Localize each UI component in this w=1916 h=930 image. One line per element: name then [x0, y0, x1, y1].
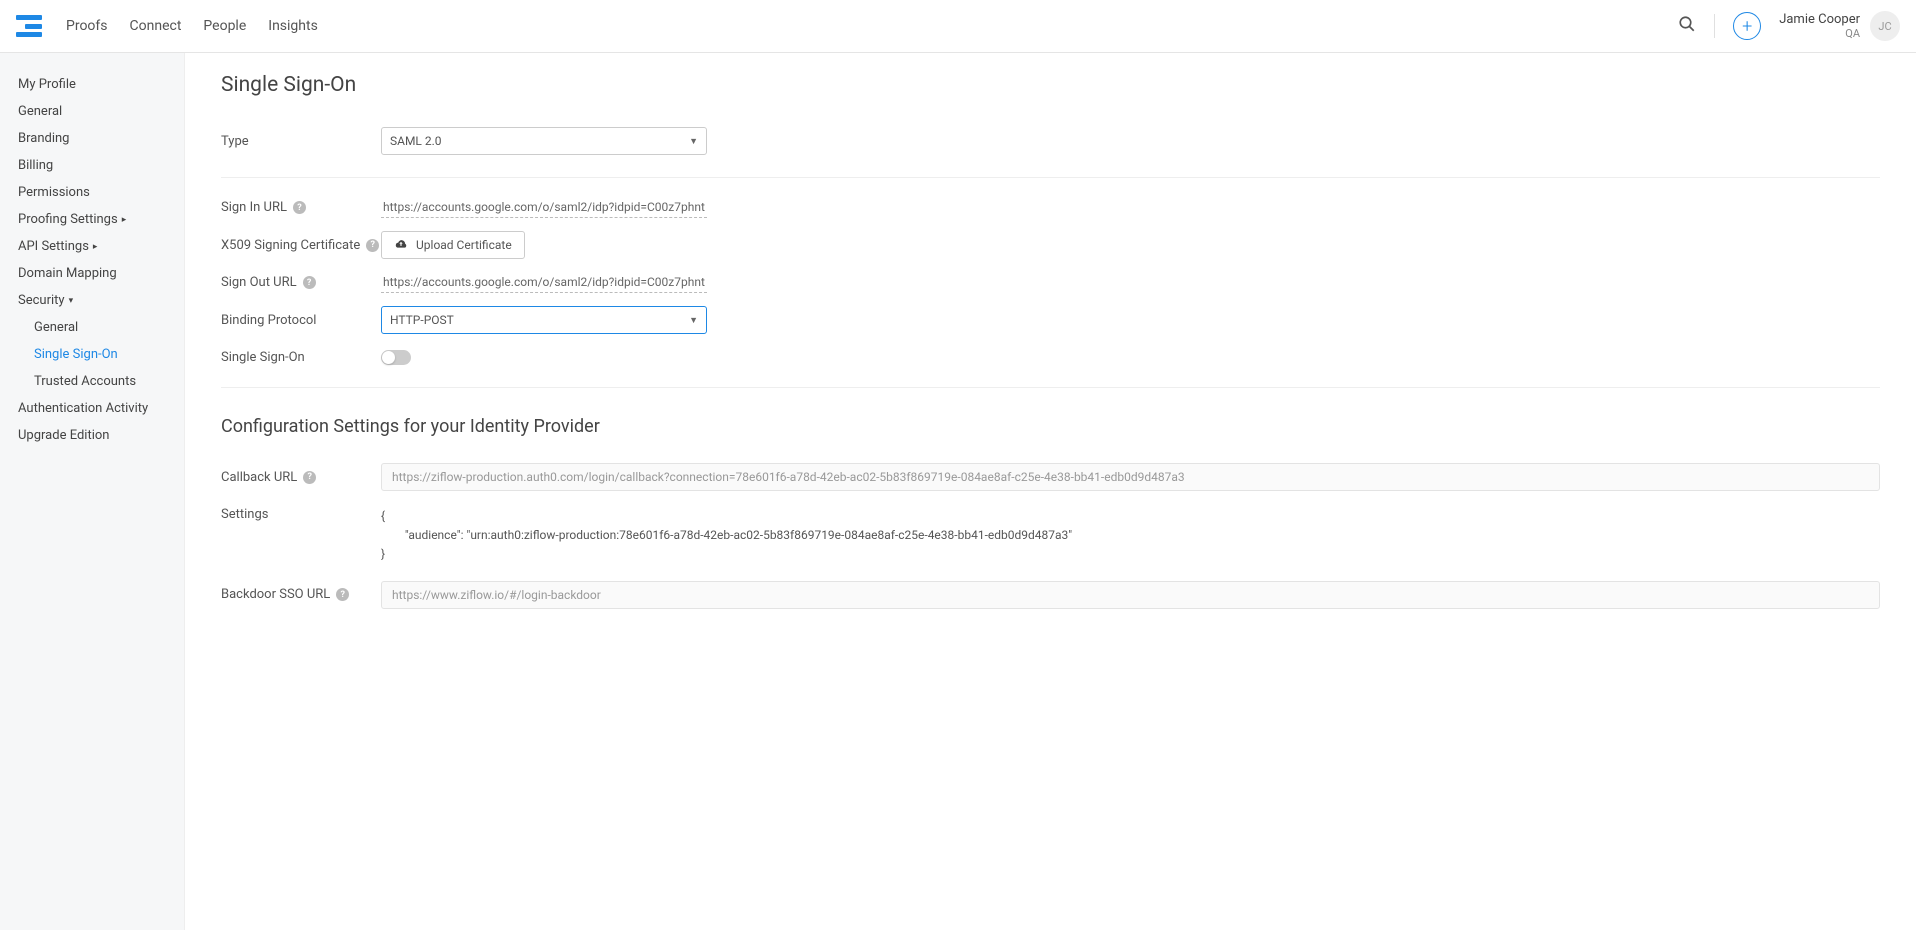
user-name: Jamie Cooper	[1779, 12, 1860, 28]
divider	[221, 177, 1880, 178]
sidebar-item-label: Security	[18, 293, 65, 308]
binding-label: Binding Protocol	[221, 313, 381, 328]
sidebar-item-security[interactable]: Security ▾	[18, 287, 184, 314]
sidebar-item-api-settings[interactable]: API Settings ▸	[18, 233, 184, 260]
sidebar-item-billing[interactable]: Billing	[18, 152, 184, 179]
nav-people[interactable]: People	[203, 18, 246, 34]
type-label: Type	[221, 134, 381, 149]
sidebar-item-branding[interactable]: Branding	[18, 125, 184, 152]
chevron-right-icon: ▸	[93, 242, 98, 252]
sidebar-item-security-trusted[interactable]: Trusted Accounts	[34, 368, 184, 395]
caret-down-icon: ▼	[689, 315, 698, 326]
sidebar-item-domain-mapping[interactable]: Domain Mapping	[18, 260, 184, 287]
logo[interactable]	[16, 15, 42, 37]
sidebar: My Profile General Branding Billing Perm…	[0, 53, 185, 930]
type-select[interactable]: SAML 2.0 ▼	[381, 127, 707, 155]
nav-proofs[interactable]: Proofs	[66, 18, 108, 34]
signout-label: Sign Out URL ?	[221, 275, 381, 290]
help-icon[interactable]: ?	[366, 239, 379, 252]
toggle-knob	[382, 351, 395, 364]
signin-label: Sign In URL ?	[221, 200, 381, 215]
x509-label: X509 Signing Certificate ?	[221, 238, 381, 253]
upload-certificate-button[interactable]: Upload Certificate	[381, 231, 525, 259]
search-icon[interactable]	[1678, 15, 1696, 37]
help-icon[interactable]: ?	[293, 201, 306, 214]
signout-url-input[interactable]: https://accounts.google.com/o/saml2/idp?…	[381, 273, 707, 293]
sidebar-item-permissions[interactable]: Permissions	[18, 179, 184, 206]
label-text: Sign In URL	[221, 200, 287, 215]
sidebar-item-security-sso[interactable]: Single Sign-On	[34, 341, 184, 368]
help-icon[interactable]: ?	[336, 588, 349, 601]
add-button[interactable]: +	[1733, 12, 1761, 40]
label-text: X509 Signing Certificate	[221, 238, 360, 253]
label-text: Backdoor SSO URL	[221, 587, 330, 602]
avatar[interactable]: JC	[1870, 11, 1900, 41]
caret-down-icon: ▼	[689, 136, 698, 147]
divider	[1714, 14, 1715, 38]
sidebar-item-label: API Settings	[18, 239, 89, 254]
user-role: QA	[1779, 27, 1860, 40]
help-icon[interactable]: ?	[303, 471, 316, 484]
sidebar-item-upgrade[interactable]: Upgrade Edition	[18, 422, 184, 449]
chevron-down-icon: ▾	[69, 296, 74, 306]
help-icon[interactable]: ?	[303, 276, 316, 289]
page-title: Single Sign-On	[221, 73, 1880, 97]
nav-connect[interactable]: Connect	[130, 18, 182, 34]
upload-label: Upload Certificate	[416, 238, 512, 252]
settings-label: Settings	[221, 507, 381, 522]
sidebar-item-label: Proofing Settings	[18, 212, 118, 227]
sso-toggle-label: Single Sign-On	[221, 350, 381, 365]
binding-protocol-select[interactable]: HTTP-POST ▼	[381, 306, 707, 334]
sidebar-item-security-general[interactable]: General	[34, 314, 184, 341]
main-content: Single Sign-On Type SAML 2.0 ▼ Sign In U…	[185, 53, 1916, 930]
label-text: Callback URL	[221, 470, 297, 485]
divider	[221, 387, 1880, 388]
chevron-right-icon: ▸	[122, 215, 127, 225]
sidebar-item-my-profile[interactable]: My Profile	[18, 71, 184, 98]
header: Proofs Connect People Insights + Jamie C…	[0, 0, 1916, 53]
nav: Proofs Connect People Insights	[66, 18, 318, 34]
backdoor-url-field[interactable]: https://www.ziflow.io/#/login-backdoor	[381, 581, 1880, 609]
idp-section-title: Configuration Settings for your Identity…	[221, 416, 1880, 437]
callback-url-field[interactable]: https://ziflow-production.auth0.com/logi…	[381, 463, 1880, 491]
label-text: Sign Out URL	[221, 275, 297, 290]
type-value: SAML 2.0	[390, 134, 442, 148]
callback-label: Callback URL ?	[221, 470, 381, 485]
sidebar-item-general[interactable]: General	[18, 98, 184, 125]
sso-toggle[interactable]	[381, 350, 411, 365]
nav-insights[interactable]: Insights	[268, 18, 318, 34]
backdoor-label: Backdoor SSO URL ?	[221, 587, 381, 602]
user-menu[interactable]: Jamie Cooper QA JC	[1779, 11, 1900, 41]
signin-url-input[interactable]: https://accounts.google.com/o/saml2/idp?…	[381, 198, 707, 218]
sidebar-item-proofing-settings[interactable]: Proofing Settings ▸	[18, 206, 184, 233]
settings-json: { "audience": "urn:auth0:ziflow-producti…	[381, 507, 1880, 565]
binding-value: HTTP-POST	[390, 313, 454, 327]
sidebar-item-auth-activity[interactable]: Authentication Activity	[18, 395, 184, 422]
cloud-upload-icon	[394, 237, 408, 253]
